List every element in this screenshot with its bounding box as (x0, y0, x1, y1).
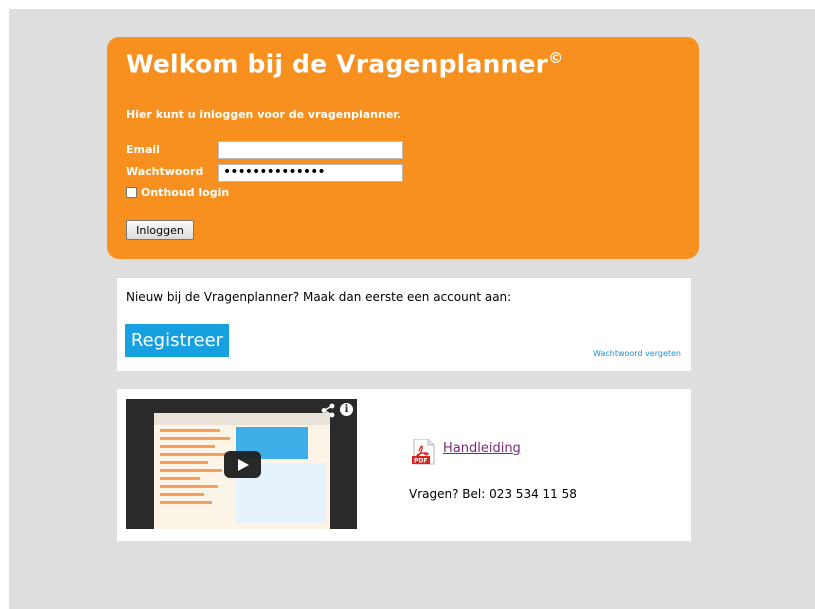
page-title: Welkom bij de Vragenplanner© (126, 49, 564, 79)
thumbnail-list (160, 429, 232, 525)
thumbnail-header (154, 413, 330, 425)
remember-login[interactable]: Onthoud login (126, 186, 229, 199)
contact-text: Vragen? Bel: 023 534 11 58 (409, 487, 577, 501)
video-player[interactable]: i (126, 399, 357, 529)
login-button[interactable]: Inloggen (126, 220, 194, 240)
register-prompt: Nieuw bij de Vragenplanner? Maak dan eer… (126, 290, 512, 304)
email-field[interactable] (218, 141, 403, 159)
info-icon[interactable]: i (340, 403, 353, 416)
copyright-mark: © (548, 49, 564, 67)
share-icon[interactable] (321, 403, 335, 421)
password-field[interactable]: •••••••••••••• (218, 164, 403, 182)
play-icon[interactable] (224, 451, 261, 478)
remember-checkbox[interactable] (126, 187, 137, 198)
manual-link[interactable]: Handleiding (443, 441, 521, 456)
pdf-icon[interactable]: PDF (412, 438, 435, 465)
login-panel: Welkom bij de Vragenplanner© Hier kunt u… (107, 37, 699, 259)
remember-label: Onthoud login (141, 186, 230, 199)
forgot-password-link[interactable]: Wachtwoord vergeten (593, 349, 681, 358)
login-subtitle: Hier kunt u inloggen voor de vragenplann… (126, 108, 402, 121)
help-panel: i PDF Handleiding Vragen? Bel: 023 534 1… (117, 389, 691, 541)
register-panel: Nieuw bij de Vragenplanner? Maak dan eer… (117, 278, 691, 371)
svg-text:PDF: PDF (414, 458, 427, 465)
email-label: Email (126, 143, 160, 156)
password-label: Wachtwoord (126, 165, 204, 178)
register-button[interactable]: Registreer (125, 324, 229, 357)
